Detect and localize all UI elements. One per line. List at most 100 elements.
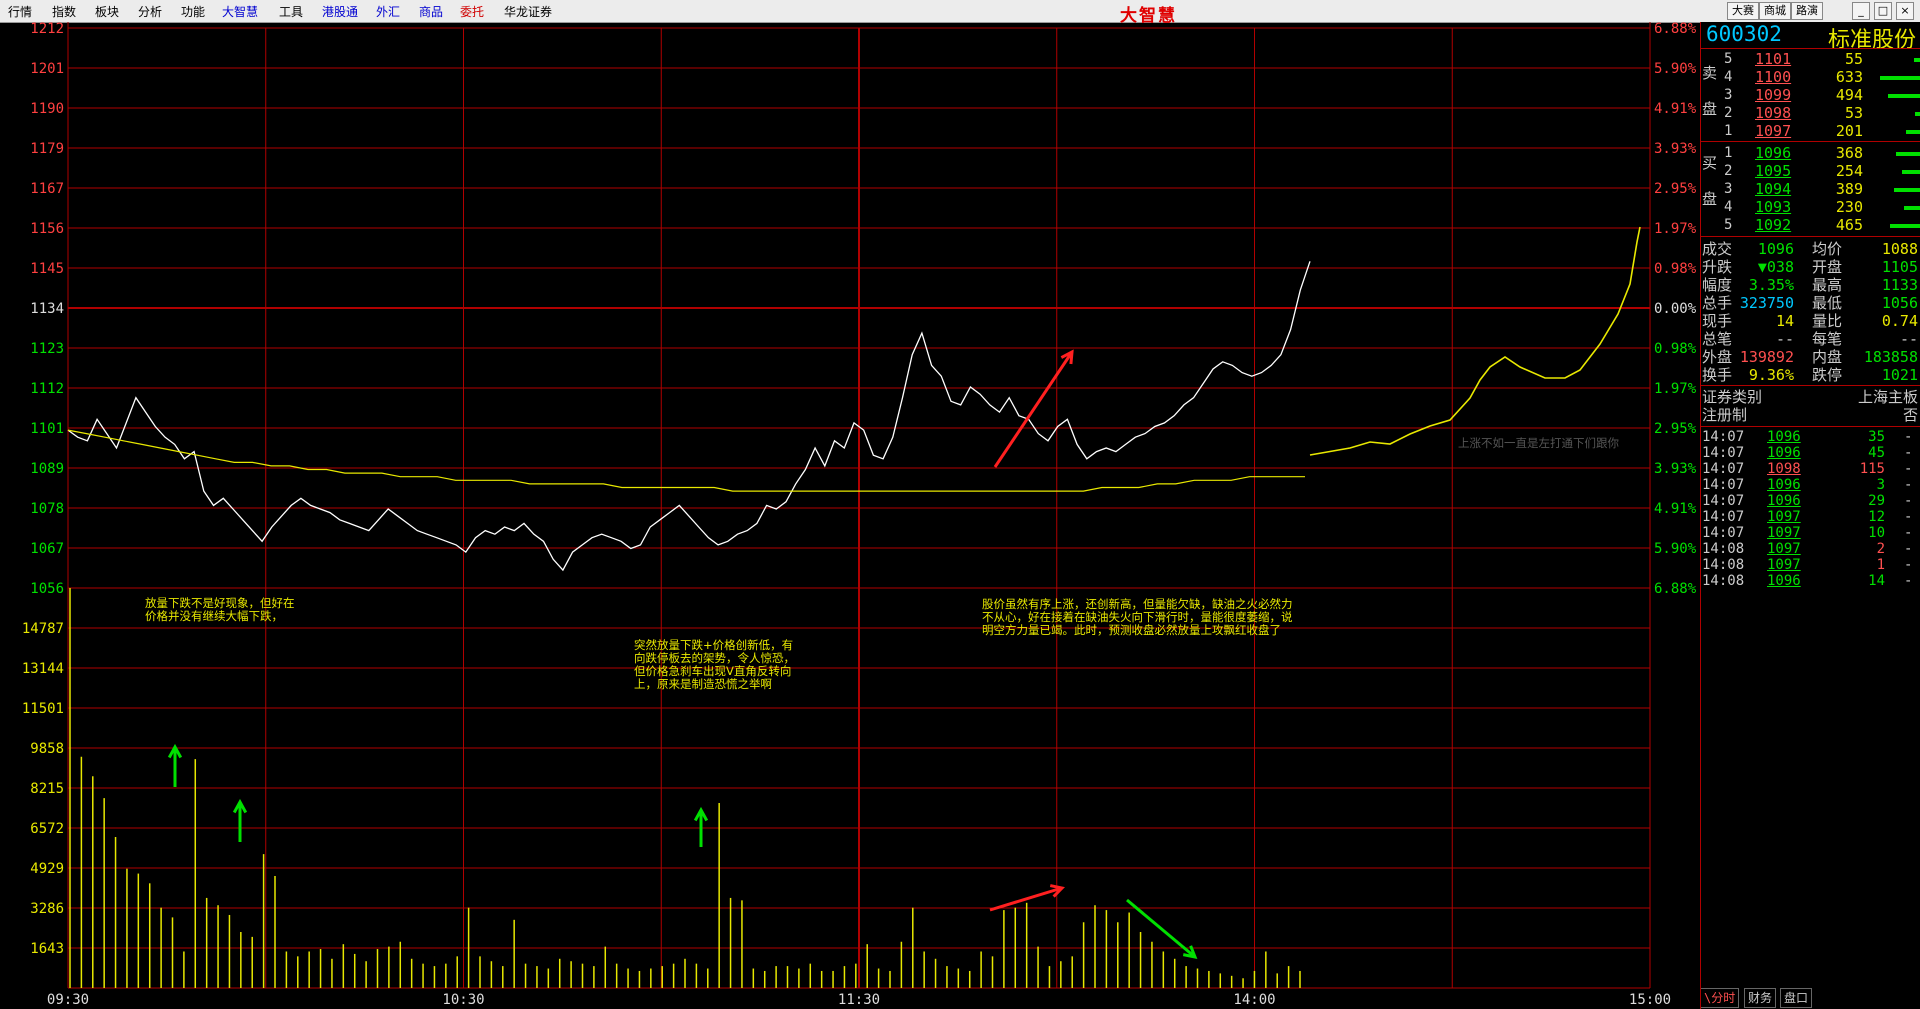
ask-volume: 494 xyxy=(1835,86,1863,104)
arrow-line xyxy=(993,351,1074,468)
panel-tab[interactable]: 财务 xyxy=(1744,988,1777,1008)
quote-value: -- xyxy=(1899,330,1918,348)
menu-item[interactable]: 华龙证券 xyxy=(504,3,552,20)
price-tick-label: 1078 xyxy=(30,501,64,517)
quote-value: 1096 xyxy=(1757,240,1794,258)
ask-level: 3 xyxy=(1724,87,1733,103)
tick-price: 1096 xyxy=(1767,573,1801,589)
panel-tab[interactable]: 盘口 xyxy=(1780,988,1813,1008)
time-tick-label: 09:30 xyxy=(47,992,89,1008)
ask-price[interactable]: 1099 xyxy=(1755,86,1791,104)
volume-tick-label: 6572 xyxy=(30,821,64,837)
bid-volume: 368 xyxy=(1835,144,1863,162)
close-button[interactable]: × xyxy=(1896,2,1914,20)
quote-value: ▼038 xyxy=(1757,258,1794,276)
bid-volume: 230 xyxy=(1835,198,1863,216)
ask-volume: 633 xyxy=(1835,68,1863,86)
bid-volume: 465 xyxy=(1835,216,1863,234)
price-tick-label: 1201 xyxy=(30,61,64,77)
quote-label: 幅度 xyxy=(1702,276,1733,294)
menu-item[interactable]: 工具 xyxy=(279,3,303,20)
quote-label: 开盘 xyxy=(1812,258,1843,276)
quote-label: 均价 xyxy=(1812,240,1843,258)
ask-price[interactable]: 1100 xyxy=(1755,68,1791,86)
menu-item[interactable]: 功能 xyxy=(181,3,205,20)
panel-tab[interactable]: \分时 xyxy=(1700,988,1740,1008)
time-tick-label: 10:30 xyxy=(442,992,484,1008)
bid-volume-bar xyxy=(1890,224,1920,228)
menu-item[interactable]: 行情 xyxy=(8,3,32,20)
price-tick-label: 1123 xyxy=(30,341,64,357)
stock-name: 标准股份 xyxy=(1827,28,1916,53)
bid-price[interactable]: 1094 xyxy=(1755,180,1791,198)
ask-volume-bar xyxy=(1880,76,1920,80)
bid-price[interactable]: 1096 xyxy=(1755,144,1791,162)
pct-tick-label: 6.88% xyxy=(1654,581,1697,597)
contest-button[interactable]: 大赛 xyxy=(1727,2,1759,20)
quote-label: 总笔 xyxy=(1702,330,1733,348)
quote-value: 323750 xyxy=(1739,294,1794,312)
volume-tick-label: 1643 xyxy=(30,941,64,957)
ask-price[interactable]: 1097 xyxy=(1755,122,1791,140)
price-tick-label: 1145 xyxy=(30,261,64,277)
bid-volume-bar xyxy=(1896,152,1920,156)
minimize-button[interactable]: _ xyxy=(1852,2,1870,20)
quote-label: 成交 xyxy=(1702,240,1733,258)
ask-level: 5 xyxy=(1724,51,1733,67)
quote-label: 换手 xyxy=(1702,366,1733,384)
tick-flag: - xyxy=(1904,573,1913,589)
quote-label: 跌停 xyxy=(1812,366,1843,384)
buy-side-label: 买 xyxy=(1702,154,1718,172)
ask-price[interactable]: 1098 xyxy=(1755,104,1791,122)
volume-tick-label: 8215 xyxy=(30,781,64,797)
quote-label: 量比 xyxy=(1812,312,1843,330)
menu-item[interactable]: 大智慧 xyxy=(222,3,258,20)
price-tick-label: 1212 xyxy=(30,22,64,37)
ask-level: 4 xyxy=(1724,69,1733,85)
annotation-text: 股价虽然有序上涨，还创新高，但量能欠缺，缺油之火必然力不从心，好在接着在缺油失火… xyxy=(982,597,1293,637)
divider xyxy=(1700,426,1920,427)
registration-value: 否 xyxy=(1902,406,1918,424)
price-tick-label: 1101 xyxy=(30,421,64,437)
projected-price-line xyxy=(1309,226,1641,456)
pct-tick-label: 0.98% xyxy=(1654,341,1697,357)
time-tick-label: 11:30 xyxy=(838,992,880,1008)
ask-price[interactable]: 1101 xyxy=(1755,50,1791,68)
quote-value: 1088 xyxy=(1881,240,1918,258)
bid-price[interactable]: 1092 xyxy=(1755,216,1791,234)
menu-item[interactable]: 指数 xyxy=(52,3,76,20)
divider xyxy=(1700,236,1920,237)
pct-tick-label: 5.90% xyxy=(1654,541,1697,557)
bid-level: 1 xyxy=(1724,145,1733,161)
menu-item[interactable]: 外汇 xyxy=(376,3,400,20)
mall-button[interactable]: 商城 xyxy=(1759,2,1791,20)
roadshow-button[interactable]: 路演 xyxy=(1791,2,1823,20)
maximize-button[interactable]: □ xyxy=(1874,2,1892,20)
bid-price[interactable]: 1093 xyxy=(1755,198,1791,216)
menu-item[interactable]: 分析 xyxy=(138,3,162,20)
intraday-chart[interactable]: 1212 6.88% 1201 5.90% 1190 4.91% 1179 3.93% 1167… xyxy=(0,22,1700,1009)
bid-price[interactable]: 1095 xyxy=(1755,162,1791,180)
bid-volume: 254 xyxy=(1835,162,1863,180)
quote-value: 9.36% xyxy=(1748,366,1794,384)
volume-tick-label: 9858 xyxy=(30,741,64,757)
bid-volume-bar xyxy=(1902,170,1920,174)
quote-label: 每笔 xyxy=(1812,330,1843,348)
price-tick-label: 1067 xyxy=(30,541,64,557)
ask-volume-bar xyxy=(1906,130,1920,134)
price-tick-label: 1167 xyxy=(30,181,64,197)
stock-code[interactable]: 600302 xyxy=(1706,22,1782,46)
menu-item[interactable]: 商品 xyxy=(419,3,443,20)
pct-tick-label: 6.88% xyxy=(1654,22,1697,37)
security-type-label: 证券类别 xyxy=(1702,388,1763,406)
quote-value: 1133 xyxy=(1881,276,1918,294)
ask-volume: 53 xyxy=(1844,104,1863,122)
quote-value: 183858 xyxy=(1863,348,1918,366)
tick-time: 14:08 xyxy=(1702,573,1745,589)
bid-volume-bar xyxy=(1904,206,1920,210)
menu-item[interactable]: 板块 xyxy=(95,3,119,20)
menu-item[interactable]: 港股通 xyxy=(322,3,358,20)
menu-item[interactable]: 委托 xyxy=(460,3,484,20)
ask-volume: 201 xyxy=(1835,122,1863,140)
menu-bar: 行情 指数 板块 分析 功能 大智慧 工具 港股通 外汇 商品 委托 华龙证券 大智慧 大赛 商城 路演 _ □ × xyxy=(0,0,1920,26)
